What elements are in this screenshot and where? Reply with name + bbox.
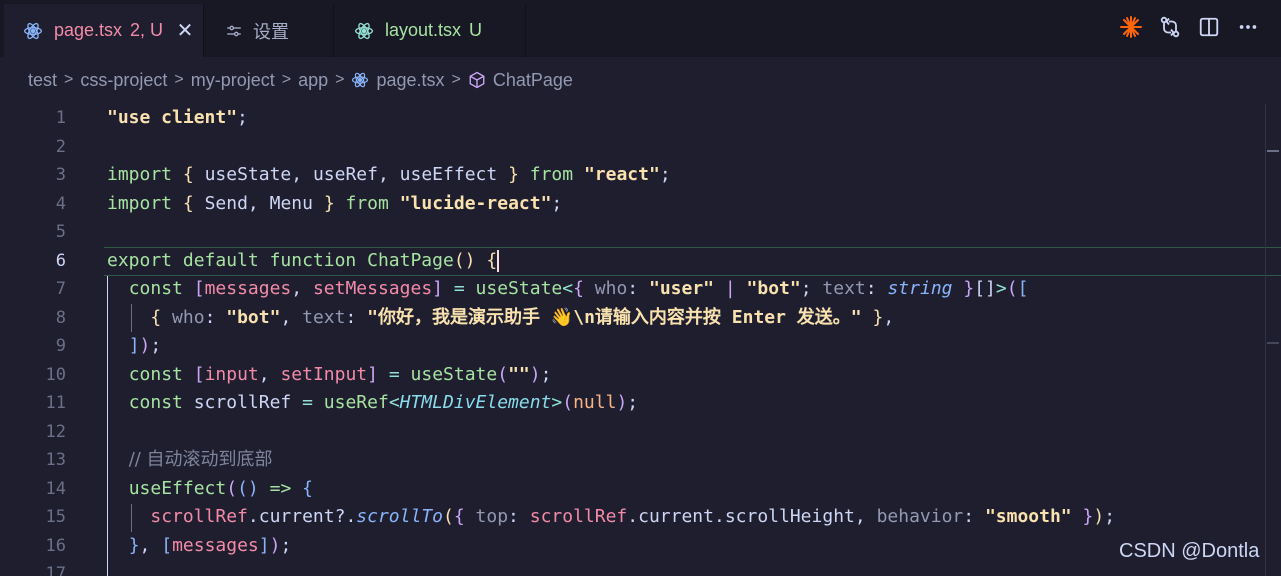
chevron-right-icon: > — [281, 71, 292, 88]
tab-label: layout.tsx — [385, 20, 462, 40]
tab-status: 2, U — [130, 20, 164, 40]
line-number: 5 — [55, 222, 66, 242]
code-line: import { Send, Menu } from "lucide-react… — [107, 192, 563, 214]
tab-status: U — [469, 20, 483, 40]
tab-divider — [525, 4, 526, 57]
code-line: useEffect(() => { — [128, 477, 313, 499]
tab-label: 设置 — [253, 21, 289, 42]
breadcrumb: test > css-project > my-project > app > … — [28, 66, 573, 94]
breadcrumb-label: ChatPage — [492, 69, 573, 90]
chevron-right-icon: > — [174, 71, 184, 88]
settings-sliders-icon — [225, 22, 243, 40]
tab-settings[interactable]: 设置 — [203, 4, 333, 57]
breadcrumb-item-my-project[interactable]: my-project — [191, 70, 275, 91]
code-line: const [messages, setMessages] = useState… — [128, 278, 1029, 299]
scroll-marker — [1267, 342, 1279, 344]
scroll-marker — [1267, 150, 1279, 152]
line-number: 17 — [45, 564, 66, 576]
tab-page-tsx[interactable]: page.tsx 2, U ✕ — [4, 4, 203, 57]
tab-label: page.tsx — [54, 20, 123, 40]
line-number: 14 — [45, 478, 66, 499]
more-icon[interactable] — [1235, 14, 1261, 40]
close-icon[interactable]: ✕ — [175, 20, 195, 42]
code-line-current: export default function ChatPage() { — [107, 249, 500, 272]
editor-tab-bar: page.tsx 2, U ✕ 设置 layout.tsx U — [0, 0, 1281, 57]
code-line: }, [messages]); — [128, 534, 292, 556]
line-number: 2 — [55, 136, 66, 157]
chevron-right-icon: > — [64, 71, 74, 88]
cube-symbol-icon — [468, 71, 486, 89]
split-editor-icon[interactable] — [1196, 14, 1222, 40]
code-line: import { useState, useRef, useEffect } f… — [107, 164, 671, 185]
line-number: 13 — [45, 450, 66, 470]
breadcrumb-label: page.tsx — [376, 69, 445, 90]
line-number-gutter: 1 2 3 4 5 6 7 8 9 10 11 12 13 14 15 16 1… — [0, 104, 90, 576]
line-number-current: 6 — [55, 250, 66, 271]
line-number: 9 — [55, 336, 66, 356]
code-line: const scrollRef = useRef<HTMLDivElement>… — [128, 392, 639, 413]
code-line: "use client"; — [107, 107, 248, 128]
code-lines: "use client"; import { useState, useRef,… — [107, 104, 1265, 576]
breadcrumb-item-test[interactable]: test — [28, 70, 57, 91]
line-number: 12 — [45, 421, 66, 442]
chevron-right-icon: > — [335, 71, 345, 88]
compare-changes-icon[interactable] — [1157, 14, 1183, 40]
text-cursor — [497, 249, 500, 272]
code-line: ]); — [128, 335, 162, 356]
react-icon — [353, 20, 375, 42]
code-line: scrollRef.current?.scrollTo({ top: scrol… — [150, 506, 1116, 527]
editor-actions — [1118, 14, 1261, 40]
line-number: 4 — [55, 193, 66, 214]
code-line: // 自动滚动到底部 — [128, 449, 273, 470]
watermark: CSDN @Dontla — [1119, 540, 1260, 562]
react-icon — [351, 71, 369, 89]
line-number: 8 — [55, 307, 66, 328]
line-number: 3 — [55, 165, 66, 185]
vertical-scrollbar[interactable] — [1265, 104, 1281, 576]
chevron-right-icon: > — [451, 71, 461, 88]
react-icon — [22, 20, 44, 42]
copilot-icon[interactable] — [1118, 14, 1144, 40]
breadcrumb-item-chatpage[interactable]: ChatPage — [468, 70, 573, 91]
breadcrumb-item-app[interactable]: app — [298, 70, 328, 91]
line-number: 16 — [45, 535, 66, 556]
line-number: 1 — [55, 108, 66, 128]
code-line: { who: "bot", text: "你好，我是演示助手 👋\n请输入内容并… — [150, 306, 895, 328]
tab-layout-tsx[interactable]: layout.tsx U — [333, 4, 525, 57]
code-line: const [input, setInput] = useState(""); — [128, 363, 552, 385]
code-editor[interactable]: 1 2 3 4 5 6 7 8 9 10 11 12 13 14 15 16 1… — [0, 104, 1281, 576]
line-number: 7 — [55, 279, 66, 299]
line-number: 15 — [45, 507, 66, 527]
line-number: 11 — [45, 393, 66, 413]
breadcrumb-item-css-project[interactable]: css-project — [80, 70, 167, 91]
breadcrumb-item-page-tsx[interactable]: page.tsx — [351, 69, 445, 91]
line-number: 10 — [45, 364, 66, 385]
